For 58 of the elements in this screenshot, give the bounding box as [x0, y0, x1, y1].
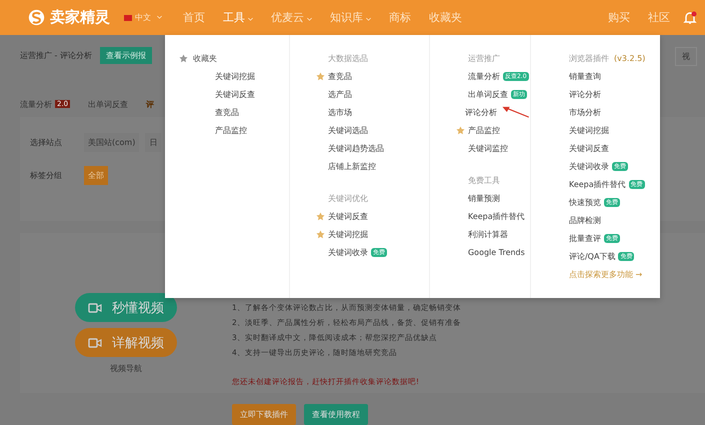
filter-label: 选择站点 — [30, 137, 63, 148]
star-icon — [456, 126, 465, 134]
menu-item[interactable]: 关键词趋势选品 — [328, 142, 384, 154]
menu-item[interactable]: 查竞品 — [215, 106, 239, 118]
flag-icon — [124, 14, 132, 20]
menu-item[interactable]: 关键词监控 — [468, 142, 508, 154]
menu-item[interactable]: 关键词选品 — [328, 124, 368, 136]
menu-item[interactable]: 评论分析 — [464, 106, 497, 118]
menu-item[interactable]: 关键词反查 — [328, 210, 368, 222]
video-camera-icon — [88, 338, 102, 348]
menu-item[interactable]: 销量预测 — [468, 192, 500, 204]
menu-item[interactable]: 评论分析 — [568, 88, 601, 100]
menu-item[interactable]: 关键词挖掘 — [215, 70, 255, 82]
caret-icon — [366, 18, 371, 21]
bell-icon[interactable] — [683, 10, 697, 24]
menu-item[interactable]: 销量查询 — [568, 70, 601, 82]
menu-item[interactable]: 关键词反查 — [568, 142, 609, 154]
menu-item[interactable]: 出单词反查 — [468, 88, 508, 100]
menu-item[interactable]: 选市场 — [328, 106, 352, 118]
menu-item[interactable]: 关键词挖掘 — [568, 124, 609, 136]
menu-heading: 浏览器插件 — [568, 52, 609, 64]
menu-item[interactable]: 关键词收录 — [328, 246, 368, 258]
menu-item[interactable]: 产品监控 — [215, 124, 247, 136]
menu-item[interactable]: 品牌检测 — [568, 214, 601, 226]
menu-item[interactable]: 关键词反查 — [215, 88, 255, 100]
menu-item[interactable]: 产品监控 — [468, 124, 500, 136]
menu-item[interactable]: 评论/QA下载 — [568, 250, 616, 262]
menu-item[interactable]: 批量查评 — [568, 232, 601, 244]
menu-heading: 大数据选品 — [328, 52, 368, 64]
video-camera-icon — [88, 302, 102, 312]
star-icon — [316, 230, 326, 238]
menu-heading: 运营推广 — [468, 52, 500, 64]
menu-item[interactable]: Keepa插件替代 — [468, 210, 525, 222]
menu-item[interactable]: 快速预览 — [568, 196, 601, 208]
menu-item[interactable]: 关键词挖掘 — [328, 228, 368, 240]
caret-icon — [248, 18, 253, 21]
logo-icon — [28, 9, 45, 26]
menu-item[interactable]: Google Trends — [468, 248, 525, 256]
menu-item[interactable]: 关键词收录 — [568, 160, 609, 172]
version-text: (v3.2.5) — [614, 54, 646, 62]
menu-item[interactable]: 流量分析 — [468, 70, 500, 82]
caret-icon — [157, 16, 162, 19]
star-icon — [316, 212, 326, 220]
star-icon — [316, 72, 326, 80]
menu-heading: 关键词优化 — [328, 192, 368, 204]
menu-heading: 免费工具 — [468, 174, 500, 186]
star-icon — [179, 54, 188, 62]
menu-item[interactable]: 利润计算器 — [468, 228, 508, 240]
video-nav-label: 视频导航 — [110, 363, 142, 374]
menu-item[interactable]: 查竞品 — [328, 70, 352, 82]
filter-label: 标签分组 — [30, 170, 63, 181]
menu-item[interactable]: Keepa插件替代 — [568, 178, 626, 190]
menu-item[interactable]: 市场分析 — [568, 106, 601, 118]
menu-item[interactable]: 店铺上新监控 — [328, 160, 376, 172]
breadcrumb: 运营推广 - 评论分析 — [20, 50, 92, 60]
menu-heading: 收藏夹 — [193, 52, 217, 64]
menu-item[interactable]: 选产品 — [328, 88, 352, 100]
caret-icon — [307, 18, 312, 21]
